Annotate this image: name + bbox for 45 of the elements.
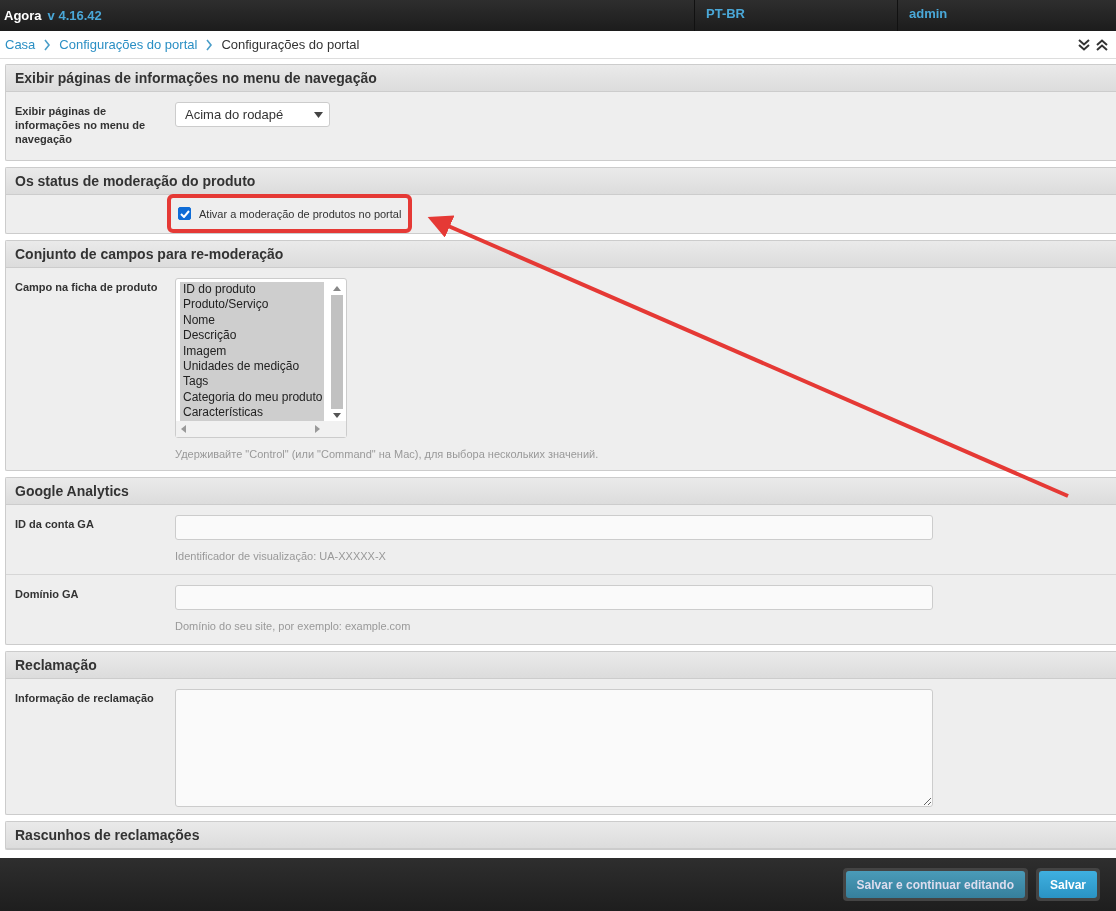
checkbox-label[interactable]: Ativar a moderação de produtos no portal bbox=[199, 207, 402, 220]
breadcrumb-link[interactable]: Configurações do portal bbox=[59, 37, 198, 52]
version-label: v 4.16.42 bbox=[47, 8, 102, 23]
list-option[interactable]: Características bbox=[180, 405, 324, 421]
multi-select-list[interactable]: ID do produto Produto/Serviço Nome Descrição Imagem Unidades de medição Tags Categoria do meu produto Características bbox=[175, 278, 347, 438]
scroll-up-arrow-icon bbox=[333, 286, 341, 291]
help-text: Domínio do seu site, por exemplo: example.com bbox=[175, 620, 412, 632]
field-label: Informação de reclamação bbox=[15, 691, 155, 706]
list-option[interactable]: ID do produto bbox=[180, 282, 324, 298]
language-link[interactable]: PT-BR bbox=[694, 0, 897, 31]
field-label: Domínio GA bbox=[15, 587, 80, 602]
collapse-all-icon bbox=[1078, 38, 1090, 51]
section-header[interactable]: Conjunto de campos para re-moderação bbox=[6, 241, 1116, 268]
section-header[interactable]: Google Analytics bbox=[6, 478, 1116, 505]
checkbox[interactable] bbox=[178, 207, 191, 220]
list-option[interactable]: Descrição bbox=[180, 328, 324, 344]
scroll-left-arrow-icon bbox=[181, 425, 186, 433]
scrollbar-thumb[interactable] bbox=[331, 295, 343, 409]
scroll-right-arrow-icon bbox=[315, 425, 320, 433]
section-header[interactable]: Os status de moderação do produto bbox=[6, 168, 1116, 195]
section-header[interactable]: Exibir páginas de informações no menu de navegação bbox=[6, 65, 1116, 92]
text-input[interactable] bbox=[175, 515, 933, 540]
field-label: Exibir páginas de informações no menu de navegação bbox=[15, 104, 147, 146]
expand-all-icon bbox=[1096, 38, 1108, 51]
user-link[interactable]: admin bbox=[897, 0, 1116, 31]
list-option[interactable]: Tags bbox=[180, 374, 324, 390]
section-header[interactable]: Rascunhos de reclamações bbox=[6, 822, 1116, 849]
text-input[interactable] bbox=[175, 585, 933, 610]
list-option[interactable]: Unidades de medição bbox=[180, 359, 324, 375]
text-area[interactable] bbox=[175, 689, 933, 807]
scroll-down-arrow-icon bbox=[333, 413, 341, 418]
checkmark-icon bbox=[179, 209, 190, 218]
breadcrumb-current: Configurações do portal bbox=[221, 37, 360, 52]
dropdown[interactable]: Acima do rodapé bbox=[175, 102, 330, 127]
breadcrumb-link[interactable]: Casa bbox=[5, 37, 36, 52]
chevron-right-icon bbox=[205, 38, 214, 51]
brand-name: Agora bbox=[4, 8, 42, 23]
chevron-right-icon bbox=[43, 38, 52, 51]
caret-down-icon bbox=[314, 111, 323, 118]
field-label: ID da conta GA bbox=[15, 517, 95, 532]
help-text: Удерживайте "Control" (или "Command" на Mac), для выбора нескольких значений. bbox=[175, 448, 599, 460]
list-option[interactable]: Produto/Serviço bbox=[180, 297, 324, 313]
help-text: Identificador de visualização: UA-XXXXX-X bbox=[175, 550, 387, 562]
field-label: Campo na ficha de produto bbox=[15, 280, 159, 295]
section-header[interactable]: Reclamação bbox=[6, 652, 1116, 679]
